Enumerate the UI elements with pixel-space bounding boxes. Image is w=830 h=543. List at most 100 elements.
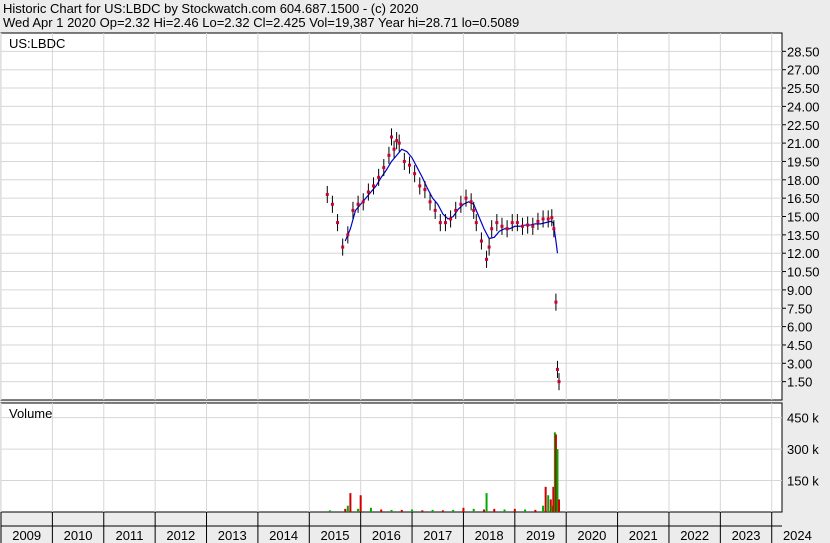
price-point [443, 221, 447, 225]
volume-bar [544, 486, 547, 512]
price-point [554, 300, 558, 304]
price-tick-label: 6.00 [787, 320, 812, 335]
volume-tick-label: 150 k [787, 474, 819, 489]
volume-bar [503, 509, 506, 512]
volume-bar [513, 508, 516, 512]
price-point [356, 202, 360, 206]
volume-bar [328, 510, 331, 512]
price-point [397, 141, 401, 145]
price-point [531, 224, 535, 228]
price-point [418, 184, 422, 188]
price-tick-label: 24.00 [787, 99, 820, 114]
volume-bar [411, 509, 414, 512]
price-point [392, 147, 396, 151]
price-point [474, 221, 478, 225]
volume-bar [349, 493, 352, 512]
price-point [552, 227, 556, 231]
price-point [449, 217, 453, 221]
price-point [505, 227, 509, 231]
volume-bar [558, 499, 561, 512]
price-point [361, 200, 365, 204]
x-tick-label: 2014 [269, 528, 298, 543]
price-point [459, 202, 463, 206]
volume-bar [400, 509, 403, 512]
volume-bar [485, 493, 488, 512]
symbol-label: US:LBDC [9, 36, 65, 51]
volume-bar [534, 509, 537, 512]
price-tick-label: 28.50 [787, 44, 820, 59]
volume-bar [344, 508, 347, 512]
price-tick-label: 9.00 [787, 283, 812, 298]
price-point [433, 208, 437, 212]
price-point [402, 159, 406, 163]
price-point [550, 216, 554, 220]
price-tick-label: 22.50 [787, 118, 820, 133]
price-point [485, 257, 489, 261]
price-point [325, 192, 329, 196]
volume-tick-label: 300 k [787, 442, 819, 457]
x-tick-label: 2022 [680, 528, 709, 543]
x-tick-label: 2012 [166, 528, 195, 543]
stock-chart: 2009 2010 2011 2012 2013 2014 2015 2016 2017 2018… [0, 32, 820, 543]
price-tick-label: 7.50 [787, 301, 812, 316]
volume-bar [452, 509, 455, 512]
price-point [377, 175, 381, 179]
price-point [487, 245, 491, 249]
price-point [372, 184, 376, 188]
price-point [536, 219, 540, 223]
price-point [555, 367, 559, 371]
x-tick-label: 2024 [783, 528, 812, 543]
volume-panel [0, 402, 783, 513]
price-tick-label: 21.00 [787, 136, 820, 151]
price-point [510, 221, 514, 225]
volume-bar [390, 509, 393, 512]
volume-bar [542, 505, 545, 512]
price-tick-label: 18.00 [787, 173, 820, 188]
volume-bar [380, 509, 383, 512]
price-point [407, 163, 411, 167]
x-tick-label: 2011 [115, 528, 143, 543]
x-tick-label: 2015 [321, 528, 350, 543]
price-tick-label: 13.50 [787, 228, 820, 243]
volume-bar [524, 509, 527, 512]
price-point [423, 188, 427, 192]
x-tick-label: 2019 [526, 528, 555, 543]
price-point [330, 202, 334, 206]
volume-bar [346, 505, 349, 512]
price-point [336, 221, 340, 225]
price-point [546, 217, 550, 221]
price-tick-label: 1.50 [787, 375, 812, 390]
price-point [351, 208, 355, 212]
x-tick-label: 2021 [629, 528, 658, 543]
price-point [390, 135, 393, 139]
x-tick-label: 2016 [372, 528, 401, 543]
price-tick-label: 10.50 [787, 265, 820, 280]
volume-bar [493, 508, 496, 512]
price-point [472, 208, 476, 212]
x-tick-label: 2017 [423, 528, 452, 543]
price-point [387, 153, 391, 157]
price-tick-label: 25.50 [787, 81, 820, 96]
volume-tick-label: 450 k [787, 411, 819, 426]
price-tick-label: 3.00 [787, 356, 812, 371]
price-point [500, 224, 504, 228]
price-point [366, 190, 370, 194]
price-point [428, 200, 432, 204]
x-tick-label: 2013 [218, 528, 247, 543]
x-tick-label: 2023 [732, 528, 761, 543]
price-point [438, 221, 442, 225]
x-tick-label: 2010 [64, 528, 93, 543]
price-point [346, 233, 350, 237]
price-point [395, 139, 399, 143]
price-point [526, 223, 530, 227]
price-tick-label: 27.00 [787, 63, 820, 78]
volume-bar [462, 507, 465, 512]
x-tick-label: 2020 [577, 528, 606, 543]
price-point [479, 239, 483, 243]
price-point [495, 221, 499, 225]
price-point [515, 221, 519, 225]
volume-label: Volume [9, 406, 52, 421]
x-tick-label: 2018 [475, 528, 504, 543]
volume-bar [359, 495, 362, 512]
price-point [341, 245, 345, 249]
